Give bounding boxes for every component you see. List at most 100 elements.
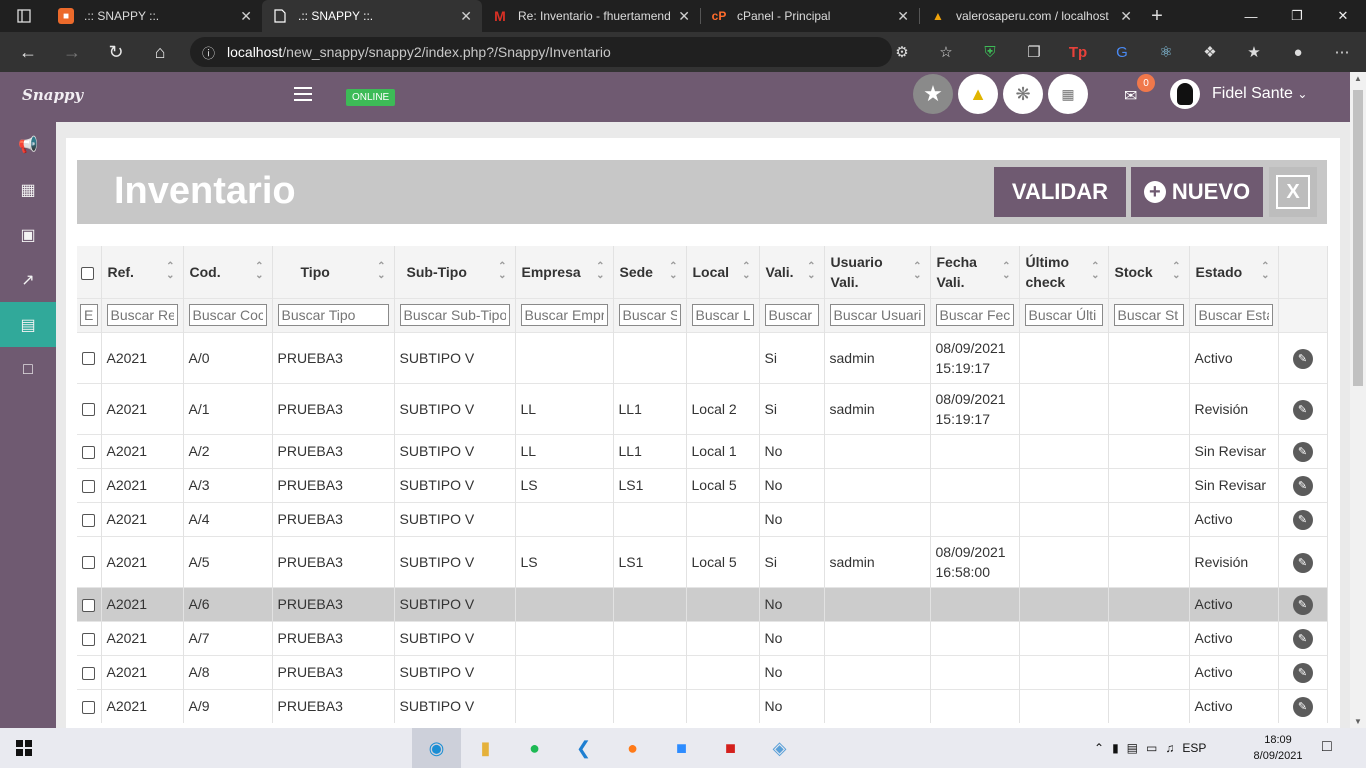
validar-button[interactable]: VALIDAR xyxy=(994,167,1126,217)
filter-input[interactable] xyxy=(829,304,925,326)
restore-icon[interactable]: ❐ xyxy=(1274,0,1320,32)
browser-tab[interactable]: M Re: Inventario - fhuertamendo ✕ xyxy=(482,0,700,32)
browser-tab[interactable]: ■ .:: SNAPPY ::. ✕ xyxy=(48,0,262,32)
export-excel-button[interactable]: X xyxy=(1269,167,1317,217)
translate-icon[interactable]: G xyxy=(1100,32,1144,72)
edit-icon[interactable]: ✎ xyxy=(1292,697,1313,718)
close-icon[interactable]: ✕ xyxy=(897,8,909,25)
edit-icon[interactable]: ✎ xyxy=(1292,399,1313,420)
sidebar-item-inventory[interactable]: ▤ xyxy=(0,302,56,347)
tab-actions-icon[interactable] xyxy=(0,0,48,32)
column-header[interactable]: Sub-Tipo ⌃ ⌄ xyxy=(394,246,516,298)
spotify-icon[interactable]: ● xyxy=(510,728,559,768)
column-header[interactable]: Tipo ⌃ ⌄ xyxy=(272,246,395,298)
brand-logo[interactable]: Snappy xyxy=(22,86,83,104)
row-checkbox[interactable] xyxy=(82,352,95,366)
table-row[interactable]: A2021 A/7 PRUEBA3 SUBTIPO V No Activo ✎ xyxy=(77,620,1328,655)
sidebar-item-calendar[interactable]: ▦ xyxy=(0,167,56,212)
tp-extension-icon[interactable]: Tp xyxy=(1056,32,1100,72)
minimize-icon[interactable]: — xyxy=(1228,0,1274,32)
table-row[interactable]: A2021 A/5 PRUEBA3 SUBTIPO V LS LS1 Local 5 Si sa… xyxy=(77,535,1328,587)
menu-toggle-icon[interactable] xyxy=(294,85,312,103)
edge-icon[interactable]: ◉ xyxy=(412,728,461,768)
filter-input[interactable] xyxy=(399,304,510,326)
column-header[interactable]: Último check ⌃ ⌄ xyxy=(1019,246,1109,298)
row-checkbox[interactable] xyxy=(82,479,95,493)
scrollbar-thumb[interactable] xyxy=(1353,90,1363,386)
acrobat-icon[interactable]: ■ xyxy=(706,728,755,768)
page-scrollbar[interactable]: ▲ ▼ xyxy=(1350,72,1366,728)
browser-tab[interactable]: ▲ valerosaperu.com / localhost ✕ xyxy=(920,0,1142,32)
table-row[interactable]: A2021 A/2 PRUEBA3 SUBTIPO V LL LL1 Local 1 No Si… xyxy=(77,433,1328,468)
filter-input[interactable] xyxy=(520,304,608,326)
vscode-icon[interactable]: ❮ xyxy=(559,728,608,768)
column-header[interactable]: Estado ⌃ ⌄ xyxy=(1189,246,1279,298)
filter-input[interactable] xyxy=(188,304,267,326)
microphone-icon[interactable]: ▮ xyxy=(1112,741,1119,755)
filter-input[interactable] xyxy=(277,304,389,326)
chat-notifications-icon[interactable]: ✉ 0 xyxy=(1124,74,1155,106)
row-checkbox[interactable] xyxy=(82,556,95,570)
close-icon[interactable]: ✕ xyxy=(460,8,472,25)
filter-input[interactable] xyxy=(764,304,819,326)
filter-input[interactable] xyxy=(935,304,1014,326)
column-header[interactable]: Usuario Vali. ⌃ ⌄ xyxy=(824,246,931,298)
refresh-icon[interactable]: ↻ xyxy=(94,32,138,72)
sidebar-item-messages[interactable]: □ xyxy=(0,347,56,392)
tracking-icon[interactable]: ⚙ xyxy=(880,32,924,72)
table-row[interactable]: A2021 A/8 PRUEBA3 SUBTIPO V No Activo ✎ xyxy=(77,654,1328,689)
more-icon[interactable]: ⋯ xyxy=(1320,32,1364,72)
column-header[interactable]: Vali. ⌃ ⌄ xyxy=(759,246,825,298)
firefox-icon[interactable]: ● xyxy=(608,728,657,768)
back-icon[interactable]: ← xyxy=(6,32,50,72)
scroll-up-icon[interactable]: ▲ xyxy=(1350,74,1366,83)
row-checkbox[interactable] xyxy=(82,513,95,527)
shield-icon[interactable]: ⛨ xyxy=(968,32,1012,72)
collections-icon[interactable]: ❐ xyxy=(1012,32,1056,72)
volume-icon[interactable]: ♫ xyxy=(1165,741,1174,755)
home-icon[interactable]: ⌂ xyxy=(138,32,182,72)
filter-input[interactable] xyxy=(691,304,754,326)
windows-start-icon[interactable] xyxy=(0,728,48,768)
sidebar-item-announcements[interactable]: 📢 xyxy=(0,122,56,167)
column-header[interactable]: Empresa ⌃ ⌄ xyxy=(515,246,614,298)
table-row[interactable]: A2021 A/1 PRUEBA3 SUBTIPO V LL LL1 Local 2 Si sa… xyxy=(77,382,1328,434)
filter-input[interactable] xyxy=(106,304,178,326)
sidebar-item-chart[interactable]: ↗ xyxy=(0,257,56,302)
favorite-add-icon[interactable]: ☆ xyxy=(924,32,968,72)
favorites-icon[interactable]: ★ xyxy=(1232,32,1276,72)
edit-icon[interactable]: ✎ xyxy=(1292,629,1313,649)
cube-app-icon[interactable]: ▲ xyxy=(958,74,998,114)
paint-icon[interactable]: ◈ xyxy=(755,728,804,768)
profile-icon[interactable]: ● xyxy=(1276,32,1320,72)
table-row[interactable]: A2021 A/4 PRUEBA3 SUBTIPO V No Activo ✎ xyxy=(77,501,1328,536)
scroll-down-icon[interactable]: ▼ xyxy=(1350,717,1366,726)
browser-tab-active[interactable]: .:: SNAPPY ::. ✕ xyxy=(262,0,482,32)
select-all-checkbox[interactable] xyxy=(81,266,94,280)
close-icon[interactable]: ✕ xyxy=(240,8,252,25)
nuevo-button[interactable]: + NUEVO xyxy=(1131,167,1263,217)
filter-input[interactable] xyxy=(1024,304,1103,326)
info-icon[interactable]: ⓘ xyxy=(202,43,215,62)
url-field[interactable]: ⓘ localhost/new_snappy/snappy2/index.php… xyxy=(190,37,892,67)
column-header[interactable]: Fecha Vali. ⌃ ⌄ xyxy=(930,246,1020,298)
calculator-app-icon[interactable]: ▦ xyxy=(1048,74,1088,114)
edit-icon[interactable]: ✎ xyxy=(1292,348,1313,369)
column-header[interactable]: Sede ⌃ ⌄ xyxy=(613,246,687,298)
row-checkbox[interactable] xyxy=(82,445,95,459)
edit-icon[interactable]: ✎ xyxy=(1292,552,1313,573)
table-row[interactable]: A2021 A/3 PRUEBA3 SUBTIPO V LS LS1 Local 5 No Si… xyxy=(77,467,1328,502)
table-row[interactable]: A2021 A/9 PRUEBA3 SUBTIPO V No Activo ✎ xyxy=(77,688,1328,723)
file-explorer-icon[interactable]: ▮ xyxy=(461,728,510,768)
gears-app-icon[interactable]: ❋ xyxy=(1003,74,1043,114)
avatar[interactable] xyxy=(1170,79,1200,109)
row-checkbox[interactable] xyxy=(82,598,95,612)
filter-input[interactable] xyxy=(1113,304,1184,326)
network-icon[interactable]: ▤ xyxy=(1127,741,1138,755)
close-window-icon[interactable]: ✕ xyxy=(1320,0,1366,32)
notifications-icon[interactable]: □ xyxy=(1322,738,1332,756)
react-icon[interactable]: ⚛ xyxy=(1144,32,1188,72)
zoom-icon[interactable]: ■ xyxy=(657,728,706,768)
chevron-up-icon[interactable]: ⌃ xyxy=(1094,741,1104,755)
star-app-icon[interactable]: ★ xyxy=(913,74,953,114)
